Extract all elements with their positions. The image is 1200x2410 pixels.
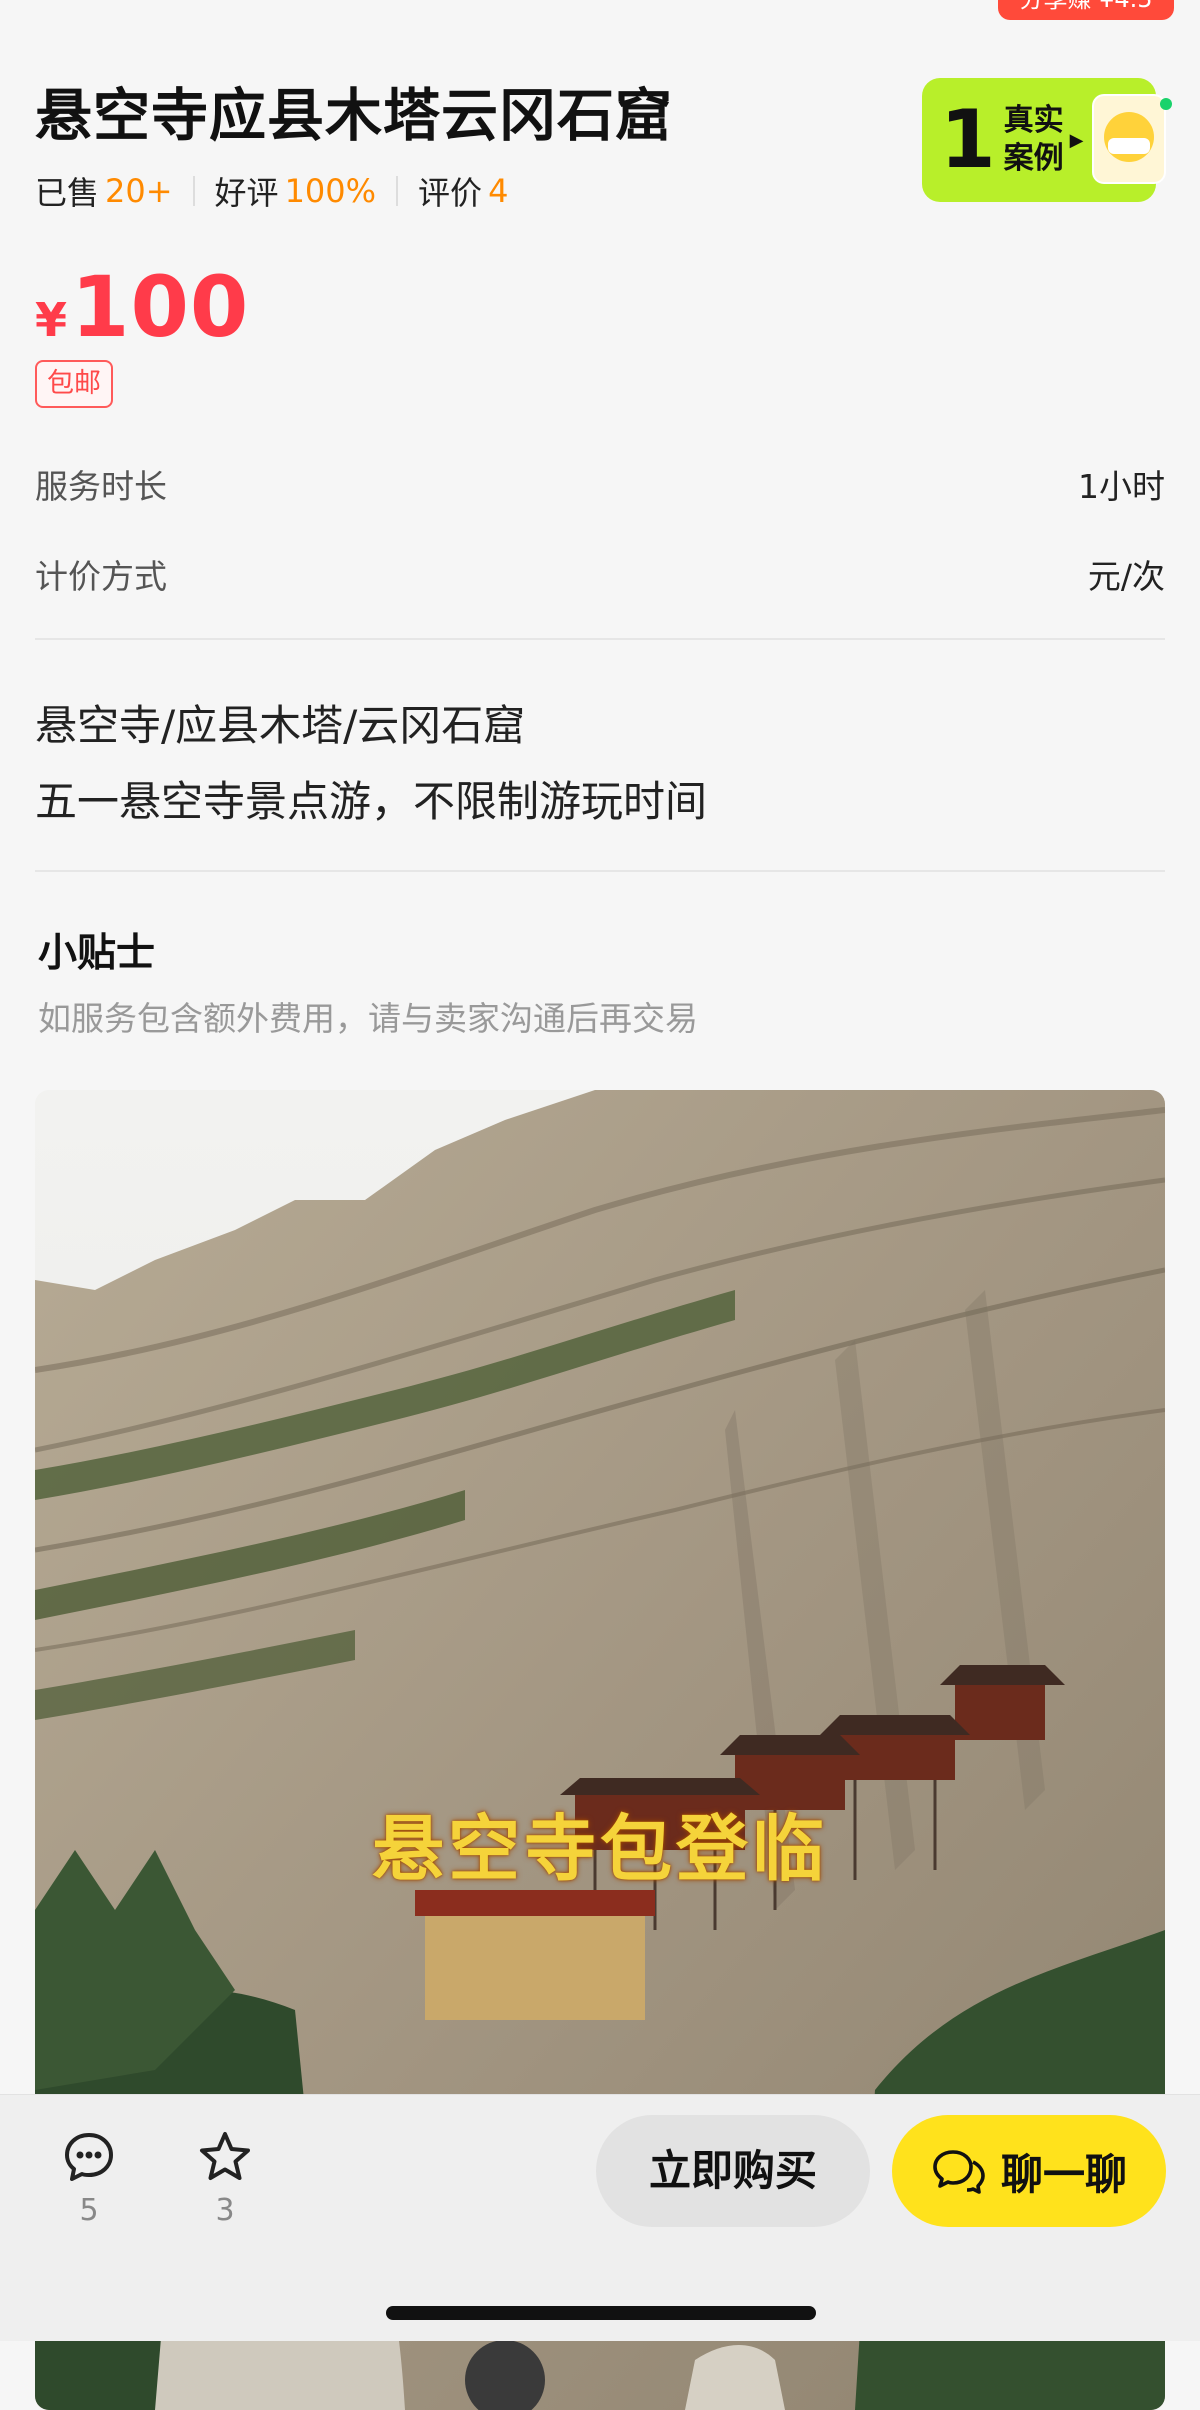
tips-text: 如服务包含额外费用，请与卖家沟通后再交易 [38,999,698,1038]
detail-row-pricing: 计价方式 元/次 [35,550,1165,598]
star-icon [200,2132,250,2180]
comments-button[interactable]: 5 [44,2129,134,2228]
detail-label: 服务时长 [35,467,167,506]
detail-value: 1小时 [1078,467,1165,506]
real-case-label: 真实 案例 [1004,102,1064,178]
detail-value: 元/次 [1087,557,1165,596]
reviews-value[interactable]: 4 [488,172,508,210]
tips-title: 小贴士 [38,931,156,976]
photo-caption: 悬空寺包登临 [371,1807,828,1891]
price-value: 100 [71,258,250,356]
rating-value: 100% [284,172,377,210]
divider [35,870,1165,872]
product-description: 悬空寺/应县木塔/云冈石窟 五一悬空寺景点游，不限制游玩时间 [35,688,707,840]
real-case-button[interactable]: 1 真实 案例 ▶ [922,78,1172,202]
real-case-line1: 真实 [1003,103,1064,138]
favorite-button[interactable]: 3 [180,2129,270,2228]
product-stats: 已售 20+ 好评 100% 评价 4 [35,168,508,214]
description-line: 悬空寺/应县木塔/云冈石窟 [35,701,526,750]
product-title: 悬空寺应县木塔云冈石窟 [35,83,673,149]
favorites-count: 3 [215,2193,235,2228]
detail-row-duration: 服务时长 1小时 [35,460,1165,508]
price-currency: ¥ [35,293,68,347]
free-shipping-tag: 包邮 [35,360,113,408]
description-line: 五一悬空寺景点游，不限制游玩时间 [35,777,708,826]
online-dot-icon [1160,98,1172,110]
real-case-line2: 案例 [1003,141,1064,176]
detail-label: 计价方式 [35,557,167,596]
buy-now-button[interactable]: 立即购买 [596,2115,870,2227]
sold-value: 20+ [105,172,173,210]
chat-label: 聊一聊 [1000,2149,1127,2199]
chat-button[interactable]: 聊一聊 [892,2115,1166,2227]
divider [35,638,1165,640]
bottom-action-bar: 5 3 立即购买 聊一聊 [0,2094,1200,2341]
chat-icon [933,2150,985,2194]
reviews-label[interactable]: 评价 [418,168,482,214]
price: ¥ 100 [35,258,249,356]
comments-count: 5 [79,2193,99,2228]
rating-label: 好评 [214,174,279,212]
share-earn-badge[interactable]: 分享赚 ¥4.5 [998,0,1174,20]
stats-divider [192,176,195,206]
chevron-right-icon: ▶ [1069,129,1084,151]
home-indicator [386,2306,816,2320]
comment-bubble-icon [65,2133,113,2181]
sold-label: 已售 [35,174,100,212]
mascot-icon [1094,96,1164,182]
real-case-count: 1 [940,93,996,186]
stats-divider [396,176,399,206]
